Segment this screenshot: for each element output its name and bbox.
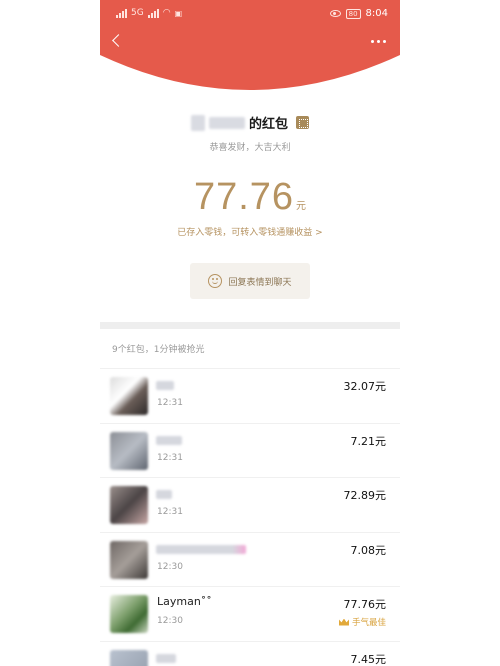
phone-screen: 5G ◠ ▣ 80 8:04 的红包 恭喜发财，大吉大利 77.76 元 已存入零… (100, 0, 400, 666)
amount-row: 77.76 元 (100, 176, 400, 219)
recipient-list: 12:31 32.07元 12:31 7.21元 12:31 72.89元 12… (100, 368, 400, 666)
avatar (110, 540, 148, 579)
sender-avatar-blurred (190, 114, 205, 131)
status-bar: 5G ◠ ▣ 80 8:04 (100, 0, 400, 28)
best-luck-badge: 手气最佳 (338, 616, 386, 628)
name-blurred (156, 490, 172, 499)
name-blurred (156, 435, 182, 445)
battery-icon: 80 (345, 8, 361, 19)
list-item[interactable]: 12:30 7.08元 (100, 531, 400, 587)
grab-amount: 7.45元 (350, 652, 387, 666)
qr-tag-icon[interactable] (296, 116, 309, 129)
eye-icon (329, 10, 341, 17)
grab-amount: 32.07元 (343, 380, 387, 393)
list-item[interactable]: 12:31 7.21元 (100, 422, 400, 478)
chevron-left-icon[interactable] (110, 32, 124, 50)
grab-time: 12:31 (157, 507, 183, 517)
smile-icon (208, 274, 223, 288)
grab-amount: 72.89元 (343, 489, 387, 502)
avatar (110, 595, 148, 633)
name-blurred (156, 653, 176, 663)
crown-icon (338, 618, 349, 626)
list-item[interactable]: 12:31 32.07元 (100, 368, 400, 423)
list-item[interactable]: 7.45元 (100, 640, 400, 666)
sender-title: 的红包 (248, 117, 288, 132)
status-time: 8:04 (365, 8, 388, 19)
more-icon[interactable] (371, 40, 386, 43)
received-amount: 77.76 (193, 176, 295, 218)
reply-sticker-button[interactable]: 回复表情到聊天 (190, 263, 310, 299)
greeting-text: 恭喜发财，大吉大利 (209, 143, 291, 153)
grab-time: 12:30 (157, 561, 183, 572)
best-luck-label: 手气最佳 (351, 618, 386, 628)
name-blurred (156, 544, 246, 554)
grab-time: 12:31 (157, 452, 183, 463)
list-item[interactable]: 12:31 72.89元 (100, 477, 400, 532)
sender-name-blurred (208, 116, 245, 129)
avatar (110, 649, 148, 666)
wifi-icon: ◠ (162, 8, 171, 18)
wallet-link[interactable]: 已存入零钱，可转入零钱通赚收益 > (100, 225, 400, 238)
signal-icon-2 (147, 8, 159, 18)
red-envelope-header: 5G ◠ ▣ 80 8:04 (100, 0, 400, 92)
reply-label: 回复表情到聊天 (228, 277, 292, 288)
grab-time: 12:31 (157, 398, 183, 408)
avatar (110, 377, 148, 415)
avatar (110, 431, 148, 470)
envelope-summary: 9个红包，1分钟被抢光 (112, 345, 205, 355)
avatar (110, 486, 148, 524)
grab-amount: 77.76元 (343, 598, 387, 611)
section-divider (100, 322, 400, 329)
amount-unit: 元 (296, 201, 307, 212)
grab-amount: 7.21元 (350, 434, 387, 448)
notification-icon: ▣ (174, 8, 183, 18)
signal-icon (116, 8, 127, 18)
grab-amount: 7.08元 (350, 543, 387, 557)
network-text: 5G (131, 8, 144, 18)
list-item[interactable]: Layman˚˚ 12:30 77.76元 手气最佳 (100, 586, 400, 641)
grab-time: 12:30 (157, 616, 183, 626)
name-blurred (156, 381, 174, 390)
recipient-name: Layman˚˚ (157, 595, 212, 608)
sender-row: 的红包 (100, 113, 400, 132)
